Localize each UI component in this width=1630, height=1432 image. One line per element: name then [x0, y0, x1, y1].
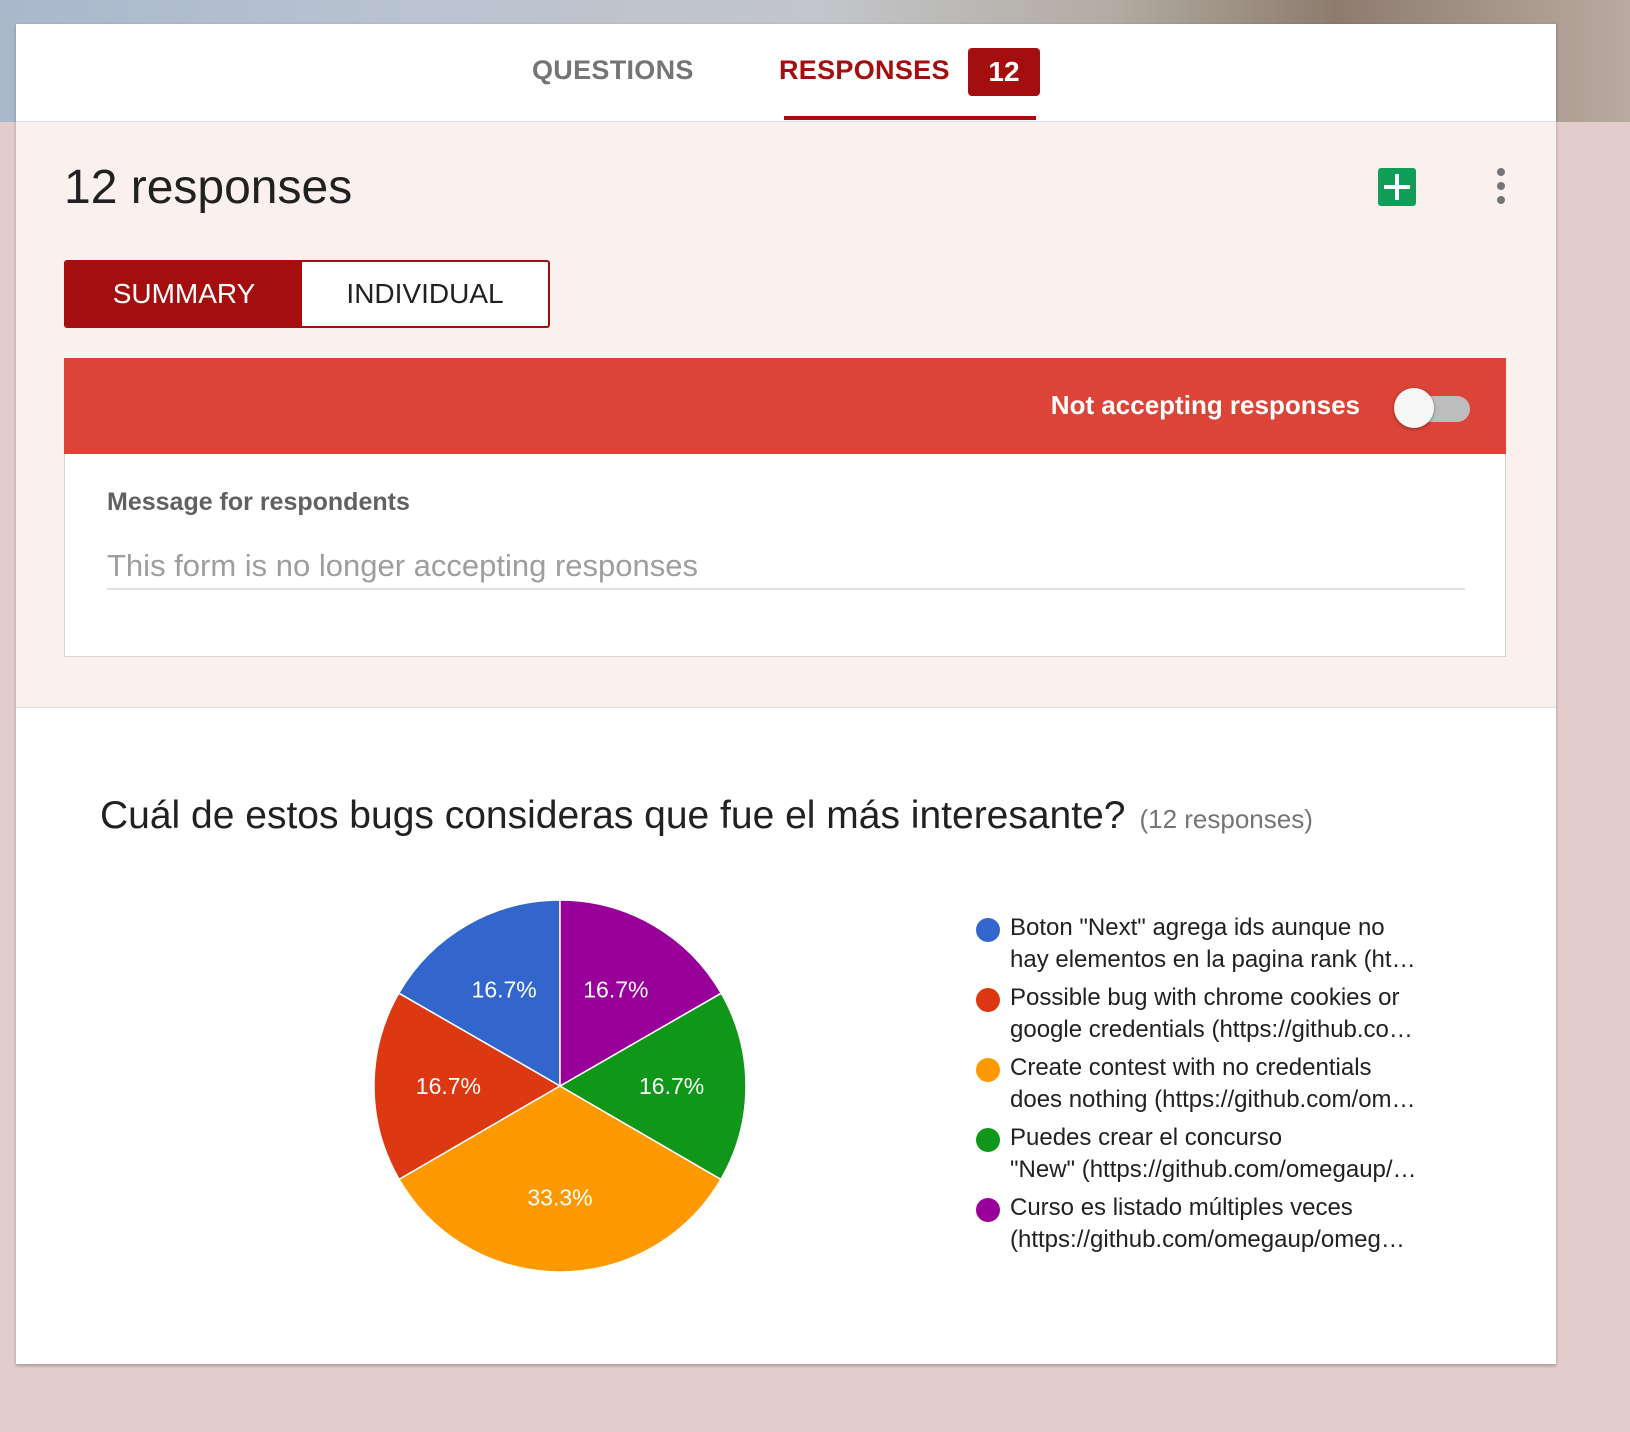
legend-label-line-1: Create contest with no credentials	[1010, 1054, 1372, 1081]
page-title: 12 responses	[64, 161, 353, 214]
question-header: Cuál de estos bugs consideras que fue el…	[100, 794, 1313, 838]
pie-chart: 16.7% 16.7% 33.3% 16.7% 16.7%	[374, 900, 746, 1272]
legend-label-line-1: Curso es listado múltiples veces	[1010, 1194, 1353, 1221]
pie-slice-label-1: 16.7%	[472, 976, 537, 1002]
pie-slice-label-5: 16.7%	[583, 976, 648, 1002]
switch-knob	[1394, 388, 1434, 428]
pie-slice-label-2: 16.7%	[416, 1073, 481, 1099]
accepting-responses-banner: Not accepting responses	[64, 358, 1506, 454]
pie-slice-label-4: 16.7%	[639, 1073, 704, 1099]
legend-label: Create contest with no credentials does n…	[1010, 1052, 1420, 1116]
sheets-plus-icon[interactable]	[1378, 168, 1416, 206]
tab-questions[interactable]: QUESTIONS	[532, 55, 694, 86]
legend-item-2[interactable]: Possible bug with chrome cookies or googl…	[976, 982, 1456, 1052]
legend-label-line-1: Puedes crear el concurso	[1010, 1124, 1283, 1151]
message-label: Message for respondents	[107, 488, 410, 516]
accepting-responses-label: Not accepting responses	[1050, 390, 1360, 420]
pie-slice-label-3: 33.3%	[527, 1185, 592, 1211]
legend-label-line-2: does nothing (https://github.com/om…	[1010, 1086, 1416, 1113]
legend-label: Puedes crear el concurso "New" (https://g…	[1010, 1122, 1420, 1186]
more-vert-icon[interactable]	[1494, 166, 1508, 206]
legend-label-line-1: Boton "Next" agrega ids aunque no	[1010, 914, 1385, 941]
summary-individual-toggle: SUMMARY INDIVIDUAL	[64, 260, 550, 328]
legend-label-line-1: Possible bug with chrome cookies or	[1010, 984, 1400, 1011]
legend-label-line-2: google credentials (https://github.co…	[1010, 1016, 1413, 1043]
legend-label-line-2: hay elementos en la pagina rank (ht…	[1010, 946, 1416, 973]
question-summary-card: Cuál de estos bugs consideras que fue el…	[16, 707, 1556, 1364]
legend-color-dot	[976, 1198, 1000, 1222]
accepting-responses-switch[interactable]	[1394, 388, 1470, 428]
tab-responses[interactable]: RESPONSES	[779, 55, 950, 86]
legend-label-line-2: "New" (https://github.com/omegaup/…	[1010, 1156, 1417, 1183]
legend-color-dot	[976, 1058, 1000, 1082]
legend-item-4[interactable]: Puedes crear el concurso "New" (https://g…	[976, 1122, 1456, 1192]
chart-legend: Boton "Next" agrega ids aunque no hay ele…	[976, 912, 1456, 1262]
message-input[interactable]	[107, 544, 1465, 590]
legend-item-5[interactable]: Curso es listado múltiples veces (https:/…	[976, 1192, 1456, 1262]
responses-header-card: QUESTIONS RESPONSES 12 12 responses SUMM…	[16, 24, 1556, 708]
legend-label-line-2: (https://github.com/omegaup/omeg…	[1010, 1226, 1405, 1253]
legend-label: Curso es listado múltiples veces (https:/…	[1010, 1192, 1420, 1256]
question-response-count: (12 responses)	[1139, 804, 1313, 834]
legend-color-dot	[976, 988, 1000, 1012]
legend-color-dot	[976, 918, 1000, 942]
legend-item-3[interactable]: Create contest with no credentials does n…	[976, 1052, 1456, 1122]
legend-label: Boton "Next" agrega ids aunque no hay ele…	[1010, 912, 1420, 976]
individual-button[interactable]: INDIVIDUAL	[302, 262, 548, 326]
summary-button[interactable]: SUMMARY	[66, 262, 302, 326]
responses-count-badge: 12	[968, 48, 1040, 96]
respondent-message-box: Message for respondents	[64, 454, 1506, 657]
question-title: Cuál de estos bugs consideras que fue el…	[100, 794, 1126, 837]
legend-label: Possible bug with chrome cookies or googl…	[1010, 982, 1420, 1046]
legend-color-dot	[976, 1128, 1000, 1152]
tab-bar: QUESTIONS RESPONSES 12	[16, 24, 1556, 122]
active-tab-indicator	[784, 116, 1036, 120]
legend-item-1[interactable]: Boton "Next" agrega ids aunque no hay ele…	[976, 912, 1456, 982]
